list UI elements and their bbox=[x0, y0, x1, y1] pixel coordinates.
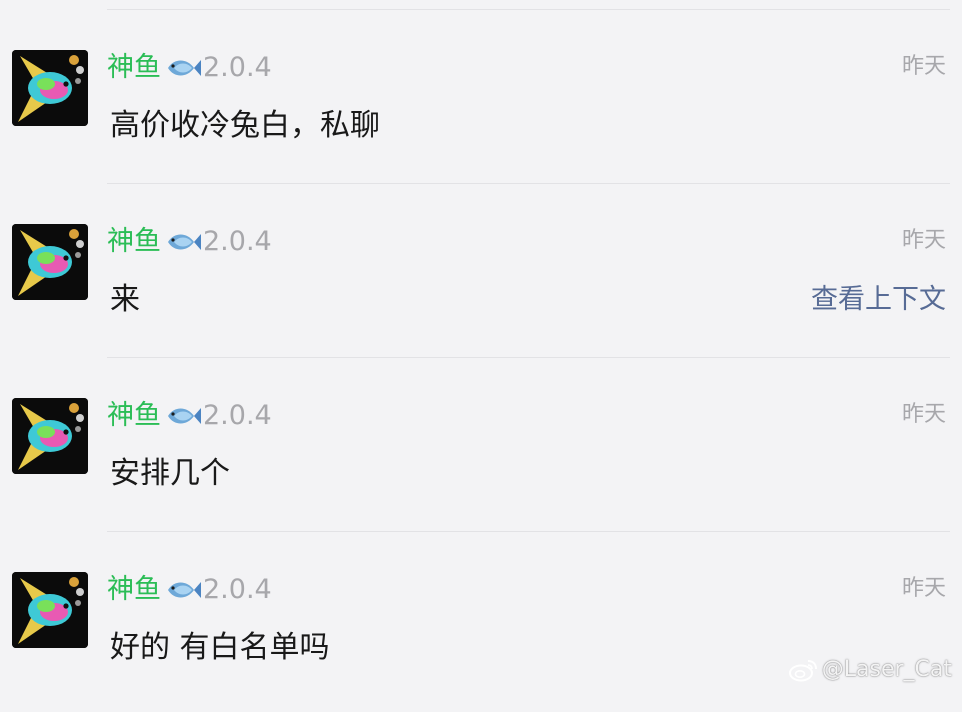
message-text: 来 bbox=[110, 282, 140, 317]
sender-version: 2.0.4 bbox=[203, 226, 272, 257]
sender-name[interactable]: 神鱼 bbox=[107, 51, 161, 85]
message-text: 高价收冷兔白，私聊 bbox=[110, 108, 380, 143]
sender-name[interactable]: 神鱼 bbox=[107, 225, 161, 259]
fish-icon bbox=[168, 234, 201, 250]
sender-line[interactable]: 神鱼 2.0.4 bbox=[107, 225, 272, 259]
angelfish-avatar-icon bbox=[12, 224, 88, 300]
avatar[interactable] bbox=[12, 50, 88, 126]
sender-version: 2.0.4 bbox=[203, 52, 272, 83]
message-time: 昨天 bbox=[901, 228, 946, 253]
fish-icon bbox=[168, 408, 201, 424]
avatar[interactable] bbox=[12, 398, 88, 474]
fish-icon bbox=[168, 60, 201, 76]
message-text: 好的 有白名单吗 bbox=[110, 630, 330, 665]
message-time: 昨天 bbox=[901, 54, 946, 79]
avatar[interactable] bbox=[12, 224, 88, 300]
watermark: @Laser_Cat bbox=[788, 657, 952, 682]
sender-line[interactable]: 神鱼 2.0.4 bbox=[107, 573, 272, 607]
sender-name[interactable]: 神鱼 bbox=[107, 399, 161, 433]
sender-name[interactable]: 神鱼 bbox=[107, 573, 161, 607]
sender-version: 2.0.4 bbox=[203, 574, 272, 605]
sender-version: 2.0.4 bbox=[203, 400, 272, 431]
fish-icon bbox=[168, 582, 201, 598]
angelfish-avatar-icon bbox=[12, 572, 88, 648]
weibo-icon bbox=[788, 659, 817, 681]
message-row[interactable]: 神鱼 2.0.4 昨天 高价收冷兔白，私聊 bbox=[0, 50, 962, 190]
message-time: 昨天 bbox=[901, 576, 946, 601]
message-row[interactable]: 神鱼 2.0.4 昨天 安排几个 bbox=[0, 398, 962, 538]
sender-line[interactable]: 神鱼 2.0.4 bbox=[107, 51, 272, 85]
view-context-link[interactable]: 查看上下文 bbox=[811, 282, 946, 318]
avatar[interactable] bbox=[12, 572, 88, 648]
message-text: 安排几个 bbox=[110, 456, 230, 491]
angelfish-avatar-icon bbox=[12, 50, 88, 126]
sender-line[interactable]: 神鱼 2.0.4 bbox=[107, 399, 272, 433]
message-row[interactable]: 神鱼 2.0.4 昨天 好的 有白名单吗 bbox=[0, 572, 962, 712]
angelfish-avatar-icon bbox=[12, 398, 88, 474]
message-row[interactable]: 神鱼 2.0.4 昨天 来 查看上下文 bbox=[0, 224, 962, 364]
watermark-text: @Laser_Cat bbox=[821, 657, 952, 682]
message-time: 昨天 bbox=[901, 402, 946, 427]
divider bbox=[107, 9, 950, 10]
